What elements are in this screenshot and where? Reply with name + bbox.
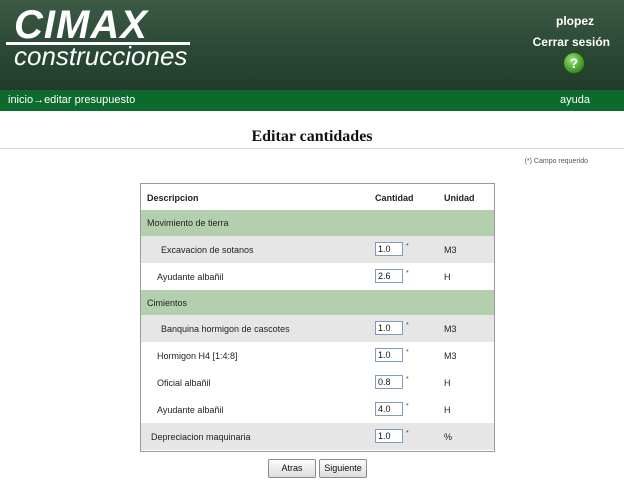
table-row: Ayudante albañil * H (141, 263, 494, 290)
group-row: Cimientos (141, 290, 494, 316)
required-marker: * (406, 430, 409, 437)
table-row: Ayudante albañil * H (141, 396, 494, 423)
quantity-input[interactable] (375, 242, 403, 256)
logo-subtitle[interactable]: construcciones (14, 40, 187, 72)
item-description: Depreciacion maquinaria (151, 432, 251, 442)
table-row: Banquina hormigon de cascotes * M3 (141, 315, 494, 342)
quantity-input[interactable] (375, 402, 403, 416)
site-header: CIMAX construcciones plopez Cerrar sesió… (0, 0, 624, 90)
column-header-quantity: Cantidad (375, 193, 414, 203)
breadcrumb[interactable]: inicio→editar presupuesto (8, 94, 135, 106)
group-label: Cimientos (147, 298, 188, 308)
quantity-input[interactable] (375, 348, 403, 362)
column-header-description: Descripcion (147, 193, 199, 203)
table-header-row: Descripcion Cantidad Unidad (141, 184, 494, 210)
required-marker: * (406, 270, 409, 277)
required-marker: * (406, 322, 409, 329)
item-unit: M3 (444, 351, 457, 361)
help-icon[interactable]: ? (563, 52, 585, 74)
nav-bar: inicio→editar presupuesto ayuda (0, 90, 624, 111)
item-description: Hormigon H4 [1:4:8] (157, 351, 238, 361)
table-row: Oficial albañil * H (141, 369, 494, 396)
item-description: Excavacion de sotanos (161, 245, 254, 255)
item-description: Oficial albañil (157, 378, 211, 388)
page-title: Editar cantidades (251, 128, 373, 145)
item-unit: H (444, 272, 451, 282)
table-row: Excavacion de sotanos * M3 (141, 236, 494, 263)
required-marker: * (406, 243, 409, 250)
title-divider (0, 148, 624, 149)
next-button[interactable]: Siguiente (319, 459, 367, 478)
item-unit: M3 (444, 245, 457, 255)
required-marker: * (406, 403, 409, 410)
item-unit: M3 (444, 324, 457, 334)
quantity-input[interactable] (375, 269, 403, 283)
item-description: Ayudante albañil (157, 272, 224, 282)
table-row: Depreciacion maquinaria * % (141, 423, 494, 450)
item-unit: H (444, 405, 451, 415)
column-header-unit: Unidad (444, 193, 475, 203)
username: plopez (556, 14, 594, 28)
logout-link[interactable]: Cerrar sesión (533, 35, 610, 49)
item-unit: H (444, 378, 451, 388)
required-marker: * (406, 349, 409, 356)
table-row: Hormigon H4 [1:4:8] * M3 (141, 342, 494, 369)
group-row: Movimiento de tierra (141, 210, 494, 236)
help-link[interactable]: ayuda (560, 94, 590, 106)
quantities-table: Descripcion Cantidad Unidad Movimiento d… (140, 183, 495, 452)
back-button[interactable]: Atras (268, 459, 316, 478)
quantity-input[interactable] (375, 321, 403, 335)
group-label: Movimiento de tierra (147, 218, 229, 228)
item-unit: % (444, 432, 453, 442)
quantity-input[interactable] (375, 375, 403, 389)
quantity-input[interactable] (375, 429, 403, 443)
required-marker: * (406, 376, 409, 383)
item-description: Banquina hormigon de cascotes (161, 324, 290, 334)
item-description: Ayudante albañil (157, 405, 224, 415)
required-field-note: (*) Campo requerido (524, 158, 588, 165)
